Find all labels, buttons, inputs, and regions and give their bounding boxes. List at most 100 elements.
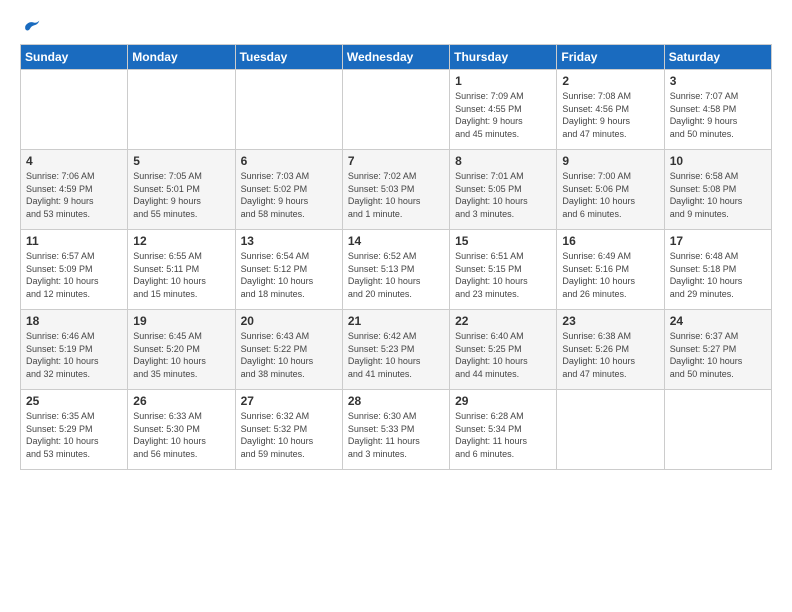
day-number: 29 (455, 394, 551, 408)
day-info: Sunrise: 6:51 AM Sunset: 5:15 PM Dayligh… (455, 250, 551, 300)
day-number: 6 (241, 154, 337, 168)
calendar-cell: 7 Sunrise: 7:02 AM Sunset: 5:03 PM Daylig… (342, 150, 449, 230)
day-number: 9 (562, 154, 658, 168)
day-number: 20 (241, 314, 337, 328)
day-info: Sunrise: 6:35 AM Sunset: 5:29 PM Dayligh… (26, 410, 122, 460)
day-number: 3 (670, 74, 766, 88)
day-number: 13 (241, 234, 337, 248)
calendar-header-monday: Monday (128, 45, 235, 70)
day-info: Sunrise: 6:57 AM Sunset: 5:09 PM Dayligh… (26, 250, 122, 300)
day-info: Sunrise: 6:30 AM Sunset: 5:33 PM Dayligh… (348, 410, 444, 460)
day-number: 1 (455, 74, 551, 88)
calendar-header-row: SundayMondayTuesdayWednesdayThursdayFrid… (21, 45, 772, 70)
calendar-cell (342, 70, 449, 150)
day-number: 18 (26, 314, 122, 328)
day-number: 12 (133, 234, 229, 248)
day-number: 16 (562, 234, 658, 248)
calendar-week-row: 11 Sunrise: 6:57 AM Sunset: 5:09 PM Dayli… (21, 230, 772, 310)
calendar-cell (557, 390, 664, 470)
calendar-cell: 3 Sunrise: 7:07 AM Sunset: 4:58 PM Daylig… (664, 70, 771, 150)
day-info: Sunrise: 6:38 AM Sunset: 5:26 PM Dayligh… (562, 330, 658, 380)
calendar-cell: 20 Sunrise: 6:43 AM Sunset: 5:22 PM Dayli… (235, 310, 342, 390)
day-info: Sunrise: 6:48 AM Sunset: 5:18 PM Dayligh… (670, 250, 766, 300)
calendar-cell: 21 Sunrise: 6:42 AM Sunset: 5:23 PM Dayli… (342, 310, 449, 390)
day-number: 2 (562, 74, 658, 88)
day-info: Sunrise: 6:54 AM Sunset: 5:12 PM Dayligh… (241, 250, 337, 300)
calendar-week-row: 25 Sunrise: 6:35 AM Sunset: 5:29 PM Dayli… (21, 390, 772, 470)
calendar-cell: 29 Sunrise: 6:28 AM Sunset: 5:34 PM Dayli… (450, 390, 557, 470)
calendar-cell: 24 Sunrise: 6:37 AM Sunset: 5:27 PM Dayli… (664, 310, 771, 390)
calendar-cell: 12Sunrise: 6:55 AM Sunset: 5:11 PM Dayli… (128, 230, 235, 310)
calendar-cell: 28 Sunrise: 6:30 AM Sunset: 5:33 PM Dayli… (342, 390, 449, 470)
day-info: Sunrise: 7:03 AM Sunset: 5:02 PM Dayligh… (241, 170, 337, 220)
day-number: 25 (26, 394, 122, 408)
calendar-cell: 4 Sunrise: 7:06 AM Sunset: 4:59 PM Daylig… (21, 150, 128, 230)
calendar-cell: 23 Sunrise: 6:38 AM Sunset: 5:26 PM Dayli… (557, 310, 664, 390)
calendar-cell: 11 Sunrise: 6:57 AM Sunset: 5:09 PM Dayli… (21, 230, 128, 310)
day-number: 28 (348, 394, 444, 408)
day-info: Sunrise: 6:52 AM Sunset: 5:13 PM Dayligh… (348, 250, 444, 300)
day-info: Sunrise: 7:09 AM Sunset: 4:55 PM Dayligh… (455, 90, 551, 140)
day-number: 17 (670, 234, 766, 248)
calendar-cell: 17 Sunrise: 6:48 AM Sunset: 5:18 PM Dayli… (664, 230, 771, 310)
calendar-header-sunday: Sunday (21, 45, 128, 70)
day-info: Sunrise: 7:08 AM Sunset: 4:56 PM Dayligh… (562, 90, 658, 140)
day-info: Sunrise: 6:46 AM Sunset: 5:19 PM Dayligh… (26, 330, 122, 380)
day-info: Sunrise: 6:45 AM Sunset: 5:20 PM Dayligh… (133, 330, 229, 380)
calendar-header-tuesday: Tuesday (235, 45, 342, 70)
calendar-week-row: 1 Sunrise: 7:09 AM Sunset: 4:55 PM Daylig… (21, 70, 772, 150)
day-number: 5 (133, 154, 229, 168)
calendar-cell: 22Sunrise: 6:40 AM Sunset: 5:25 PM Dayli… (450, 310, 557, 390)
day-info: Sunrise: 6:28 AM Sunset: 5:34 PM Dayligh… (455, 410, 551, 460)
day-number: 24 (670, 314, 766, 328)
day-info: Sunrise: 6:43 AM Sunset: 5:22 PM Dayligh… (241, 330, 337, 380)
day-number: 7 (348, 154, 444, 168)
day-number: 23 (562, 314, 658, 328)
calendar-cell: 6 Sunrise: 7:03 AM Sunset: 5:02 PM Daylig… (235, 150, 342, 230)
calendar-cell: 19 Sunrise: 6:45 AM Sunset: 5:20 PM Dayli… (128, 310, 235, 390)
day-info: Sunrise: 7:02 AM Sunset: 5:03 PM Dayligh… (348, 170, 444, 220)
day-info: Sunrise: 7:00 AM Sunset: 5:06 PM Dayligh… (562, 170, 658, 220)
calendar-header-thursday: Thursday (450, 45, 557, 70)
header (20, 16, 772, 36)
calendar-cell (128, 70, 235, 150)
day-number: 10 (670, 154, 766, 168)
day-number: 15 (455, 234, 551, 248)
day-number: 19 (133, 314, 229, 328)
calendar-cell: 1 Sunrise: 7:09 AM Sunset: 4:55 PM Daylig… (450, 70, 557, 150)
day-number: 4 (26, 154, 122, 168)
day-number: 8 (455, 154, 551, 168)
day-number: 26 (133, 394, 229, 408)
calendar-header-wednesday: Wednesday (342, 45, 449, 70)
calendar-cell (235, 70, 342, 150)
calendar-cell (21, 70, 128, 150)
calendar-cell: 27 Sunrise: 6:32 AM Sunset: 5:32 PM Dayli… (235, 390, 342, 470)
calendar-cell: 26Sunrise: 6:33 AM Sunset: 5:30 PM Dayli… (128, 390, 235, 470)
day-info: Sunrise: 7:07 AM Sunset: 4:58 PM Dayligh… (670, 90, 766, 140)
day-info: Sunrise: 7:05 AM Sunset: 5:01 PM Dayligh… (133, 170, 229, 220)
calendar-table: SundayMondayTuesdayWednesdayThursdayFrid… (20, 44, 772, 470)
day-number: 14 (348, 234, 444, 248)
day-number: 27 (241, 394, 337, 408)
calendar-cell: 14 Sunrise: 6:52 AM Sunset: 5:13 PM Dayli… (342, 230, 449, 310)
day-info: Sunrise: 6:42 AM Sunset: 5:23 PM Dayligh… (348, 330, 444, 380)
day-info: Sunrise: 7:06 AM Sunset: 4:59 PM Dayligh… (26, 170, 122, 220)
day-info: Sunrise: 6:49 AM Sunset: 5:16 PM Dayligh… (562, 250, 658, 300)
day-info: Sunrise: 6:58 AM Sunset: 5:08 PM Dayligh… (670, 170, 766, 220)
calendar-header-saturday: Saturday (664, 45, 771, 70)
calendar-cell: 10 Sunrise: 6:58 AM Sunset: 5:08 PM Dayli… (664, 150, 771, 230)
calendar-cell (664, 390, 771, 470)
logo-bird-icon (22, 16, 42, 36)
day-number: 11 (26, 234, 122, 248)
day-info: Sunrise: 6:37 AM Sunset: 5:27 PM Dayligh… (670, 330, 766, 380)
day-info: Sunrise: 6:32 AM Sunset: 5:32 PM Dayligh… (241, 410, 337, 460)
day-number: 22 (455, 314, 551, 328)
calendar-header-friday: Friday (557, 45, 664, 70)
calendar-cell: 16 Sunrise: 6:49 AM Sunset: 5:16 PM Dayli… (557, 230, 664, 310)
calendar-cell: 9 Sunrise: 7:00 AM Sunset: 5:06 PM Daylig… (557, 150, 664, 230)
calendar-week-row: 4 Sunrise: 7:06 AM Sunset: 4:59 PM Daylig… (21, 150, 772, 230)
day-number: 21 (348, 314, 444, 328)
calendar-cell: 18 Sunrise: 6:46 AM Sunset: 5:19 PM Dayli… (21, 310, 128, 390)
calendar-week-row: 18 Sunrise: 6:46 AM Sunset: 5:19 PM Dayli… (21, 310, 772, 390)
day-info: Sunrise: 7:01 AM Sunset: 5:05 PM Dayligh… (455, 170, 551, 220)
